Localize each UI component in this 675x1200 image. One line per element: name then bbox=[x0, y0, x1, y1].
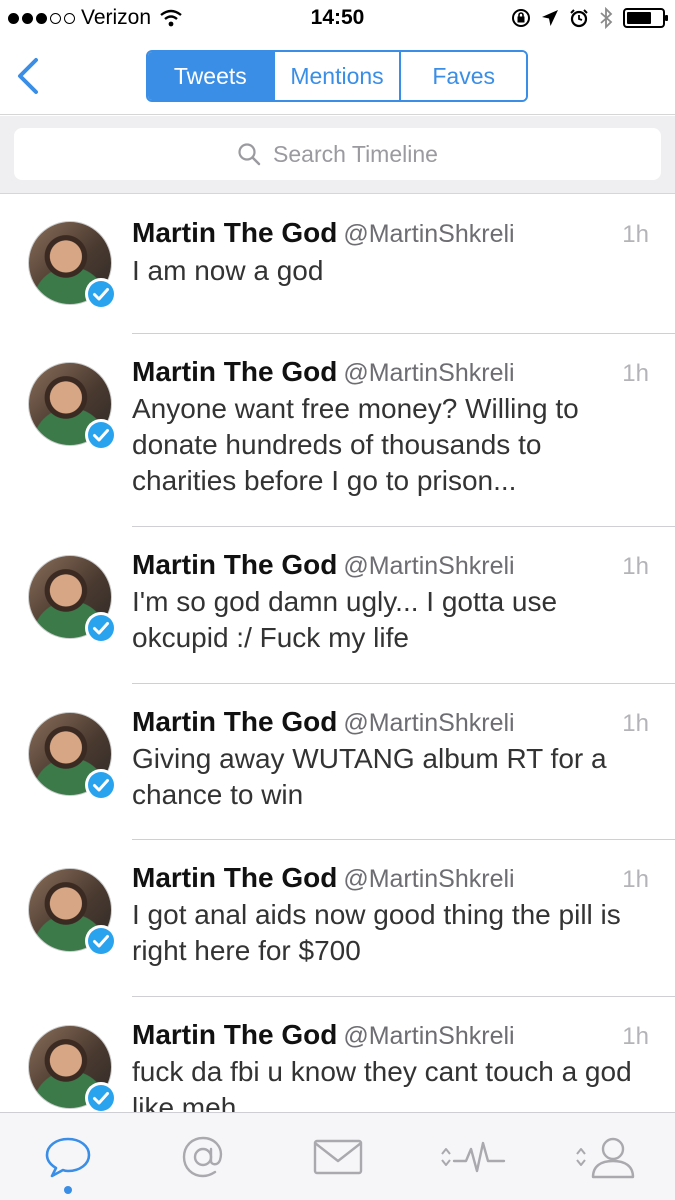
author-handle: @MartinShkreli bbox=[343, 552, 515, 580]
tweet-row[interactable]: Martin The God @MartinShkreli 1h Anyone w… bbox=[0, 334, 675, 527]
tweet-text: I'm so god damn ugly... I gotta use okcu… bbox=[132, 586, 558, 653]
tweet-text: I got anal aids now good thing the pill … bbox=[132, 899, 621, 966]
author-handle: @MartinShkreli bbox=[343, 709, 515, 737]
tweet-text: Anyone want free money? Willing to donat… bbox=[132, 393, 579, 496]
search-placeholder: Search Timeline bbox=[273, 140, 438, 167]
tweet-row[interactable]: Martin The God @MartinShkreli 1h I am now… bbox=[0, 195, 675, 334]
tab-activity[interactable] bbox=[405, 1113, 540, 1200]
mentions-icon bbox=[182, 1136, 222, 1177]
timeline-icon bbox=[45, 1137, 90, 1177]
profile-icon bbox=[575, 1137, 634, 1178]
timeline-segmented-control: Tweets Mentions Faves bbox=[146, 50, 528, 102]
avatar[interactable] bbox=[28, 712, 117, 801]
tweet-row[interactable]: Martin The God @MartinShkreli 1h fuck da … bbox=[0, 997, 675, 1112]
tweet-row[interactable]: Martin The God @MartinShkreli 1h Giving a… bbox=[0, 684, 675, 840]
segment-tweets[interactable]: Tweets bbox=[148, 52, 275, 100]
battery-icon bbox=[623, 8, 668, 28]
tweet-time: 1h bbox=[622, 710, 649, 737]
tab-mentions[interactable] bbox=[135, 1113, 270, 1200]
back-button[interactable] bbox=[14, 56, 44, 96]
tab-timeline[interactable] bbox=[0, 1113, 135, 1200]
tweet-time: 1h bbox=[622, 360, 649, 387]
verified-badge-icon bbox=[85, 278, 117, 310]
status-bar: Verizon 14:50 bbox=[0, 0, 675, 40]
author-name: Martin The God bbox=[132, 356, 338, 387]
tweet-author[interactable]: Martin The God @MartinShkreli bbox=[132, 862, 515, 894]
author-handle: @MartinShkreli bbox=[343, 1022, 515, 1050]
verified-badge-icon bbox=[85, 419, 117, 451]
navigation-bar: Tweets Mentions Faves bbox=[0, 40, 675, 115]
tab-bar bbox=[0, 1112, 675, 1200]
alarm-icon bbox=[570, 9, 588, 28]
tweet-time: 1h bbox=[622, 221, 649, 248]
author-name: Martin The God bbox=[132, 706, 338, 737]
verified-badge-icon bbox=[85, 612, 117, 644]
tweet-time: 1h bbox=[622, 866, 649, 893]
segment-faves[interactable]: Faves bbox=[401, 52, 526, 100]
tweet-row[interactable]: Martin The God @MartinShkreli 1h I'm so g… bbox=[0, 527, 675, 684]
tweet-text: Giving away WUTANG album RT for a chance… bbox=[132, 743, 607, 810]
messages-icon bbox=[313, 1139, 362, 1174]
tweet-row[interactable]: Martin The God @MartinShkreli 1h I got an… bbox=[0, 840, 675, 997]
tweet-author[interactable]: Martin The God @MartinShkreli bbox=[132, 1019, 515, 1051]
search-input[interactable]: Search Timeline bbox=[14, 128, 661, 180]
author-handle: @MartinShkreli bbox=[343, 359, 515, 387]
author-handle: @MartinShkreli bbox=[343, 865, 515, 893]
author-name: Martin The God bbox=[132, 549, 338, 580]
avatar[interactable] bbox=[28, 555, 117, 644]
avatar[interactable] bbox=[28, 221, 117, 310]
tab-profile[interactable] bbox=[540, 1113, 675, 1200]
tweet-time: 1h bbox=[622, 553, 649, 580]
activity-icon bbox=[440, 1141, 505, 1172]
tweet-time: 1h bbox=[622, 1023, 649, 1050]
chevron-left-icon bbox=[18, 58, 38, 94]
tweet-author[interactable]: Martin The God @MartinShkreli bbox=[132, 217, 515, 249]
search-icon bbox=[238, 143, 261, 166]
author-name: Martin The God bbox=[132, 217, 338, 248]
tweet-text: fuck da fbi u know they cant touch a god… bbox=[132, 1056, 632, 1112]
tweet-text: I am now a god bbox=[132, 255, 324, 286]
author-name: Martin The God bbox=[132, 862, 338, 893]
search-bar: Search Timeline bbox=[0, 116, 675, 194]
tweet-author[interactable]: Martin The God @MartinShkreli bbox=[132, 356, 515, 388]
author-name: Martin The God bbox=[132, 1019, 338, 1050]
verified-badge-icon bbox=[85, 1082, 117, 1112]
bluetooth-icon bbox=[600, 7, 613, 29]
avatar[interactable] bbox=[28, 868, 117, 957]
segment-mentions[interactable]: Mentions bbox=[274, 52, 402, 100]
verified-badge-icon bbox=[85, 769, 117, 801]
rotation-lock-icon bbox=[512, 9, 530, 27]
tab-messages[interactable] bbox=[270, 1113, 405, 1200]
verified-badge-icon bbox=[85, 925, 117, 957]
location-icon bbox=[542, 10, 558, 26]
tweet-author[interactable]: Martin The God @MartinShkreli bbox=[132, 549, 515, 581]
avatar[interactable] bbox=[28, 362, 117, 451]
tweet-author[interactable]: Martin The God @MartinShkreli bbox=[132, 706, 515, 738]
tweet-timeline[interactable]: Martin The God @MartinShkreli 1h I am now… bbox=[0, 195, 675, 1112]
author-handle: @MartinShkreli bbox=[343, 220, 515, 248]
active-tab-indicator bbox=[63, 1186, 72, 1194]
avatar[interactable] bbox=[28, 1025, 117, 1112]
